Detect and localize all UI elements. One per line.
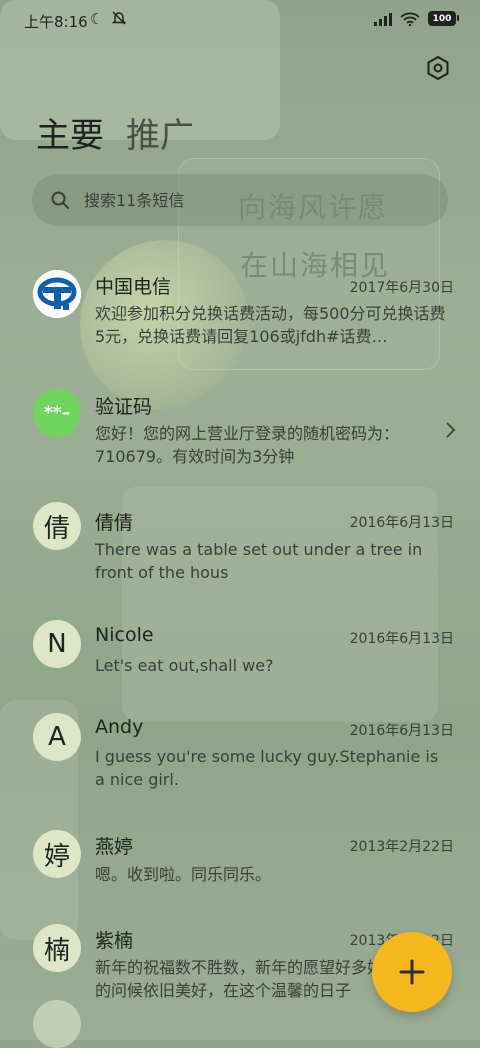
search-bar[interactable] [32,174,448,226]
conversation-item[interactable]: A Andy 2016年6月13日 I guess you're some lu… [0,712,480,812]
contact-name: 验证码 [95,396,153,418]
message-preview: There was a table set out under a tree i… [95,540,423,582]
contact-avatar: 婷 [33,830,81,878]
moon-icon: ☾ [90,10,104,28]
contact-name: 紫楠 [95,930,134,952]
search-input[interactable] [82,189,386,211]
new-message-button[interactable] [372,932,452,1012]
status-indicators: ☾ [90,10,127,30]
conversation-item[interactable]: 倩 倩倩 2016年6月13日 There was a table set ou… [0,498,480,598]
contact-name: 燕婷 [95,836,134,858]
contact-name: 中国电信 [95,276,172,298]
tab-promotions[interactable]: 推广 [126,108,194,157]
mute-bell-icon [111,10,127,30]
contact-avatar: N [33,620,81,668]
settings-gear-icon[interactable] [426,56,450,80]
message-date: 2013年2月22日 [349,839,454,855]
message-date: 2016年6月13日 [349,723,454,739]
search-icon [51,191,69,209]
conversation-item[interactable]: 中国电信 2017年6月30日 欢迎参加积分兑换话费活动，每500分可兑换话费5… [0,262,480,362]
conversation-item[interactable]: N Nicole 2016年6月13日 Let's eat out,shall … [0,618,480,694]
message-preview: 您好！您的网上营业厅登录的随机密码为：710679。有效时间为3分钟 [95,424,400,466]
contact-name: Andy [95,716,144,738]
contact-name: Nicole [95,624,154,646]
tab-primary[interactable]: 主要 [36,108,104,157]
signal-icon [374,12,392,26]
verification-code-avatar: **– [33,389,81,437]
contact-avatar: 倩 [33,502,81,550]
conversation-item[interactable]: **– 验证码 您好！您的网上营业厅登录的随机密码为：710679。有效时间为3… [0,382,480,482]
message-date: 2017年6月30日 [349,280,454,296]
message-date: 2016年6月13日 [349,631,454,647]
china-telecom-logo-icon [33,270,81,318]
contact-avatar [33,1000,81,1048]
message-preview: 嗯。收到啦。同乐同乐。 [95,865,272,884]
contact-name: 倩倩 [95,512,134,534]
message-date: 2016年6月13日 [349,515,454,531]
status-time: 上午8:16 [24,13,88,31]
wifi-icon [400,12,420,26]
message-preview: I guess you're some lucky guy.Stephanie … [95,747,439,789]
contact-avatar: 楠 [33,924,81,972]
category-tabs: 主要 推广 [36,108,194,157]
chevron-right-icon[interactable] [444,420,456,440]
plus-icon [399,959,425,985]
battery-icon: 100 [428,11,459,26]
contact-avatar: A [33,713,81,761]
status-right: 100 [374,11,459,26]
status-bar: 上午8:16 ☾ 100 [0,0,480,40]
conversation-item[interactable]: 婷 燕婷 2013年2月22日 嗯。收到啦。同乐同乐。 [0,830,480,906]
message-preview: Let's eat out,shall we? [95,656,274,675]
message-preview: 欢迎参加积分兑换话费活动，每500分可兑换话费5元，兑换话费请回复106或jfd… [95,304,446,346]
